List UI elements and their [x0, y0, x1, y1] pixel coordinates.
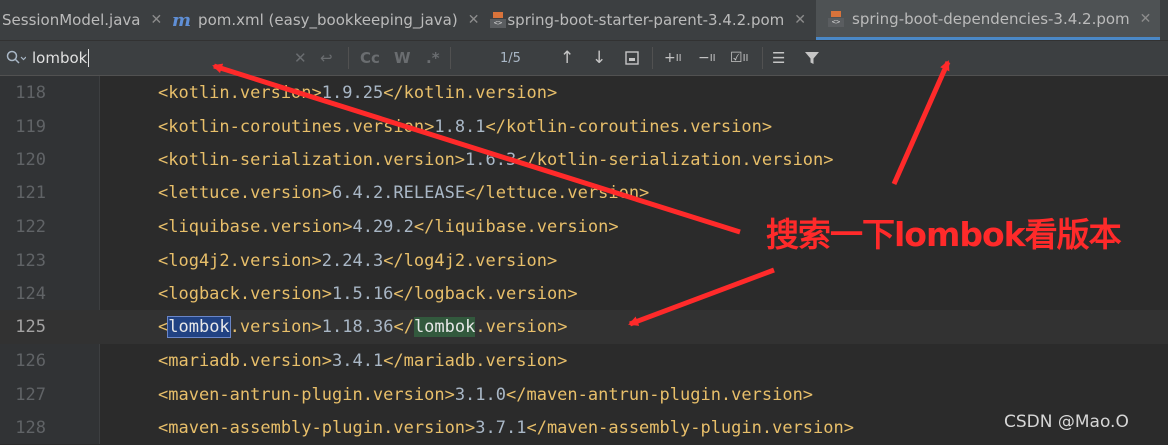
annotation-text: 搜索一下lombok看版本	[766, 215, 1122, 254]
arrow-to-dependencies-tab	[891, 60, 951, 186]
arrow-to-lombok-line	[628, 267, 775, 327]
arrow-to-search-field	[212, 63, 741, 235]
watermark: CSDN @Mao.O	[1004, 412, 1129, 432]
